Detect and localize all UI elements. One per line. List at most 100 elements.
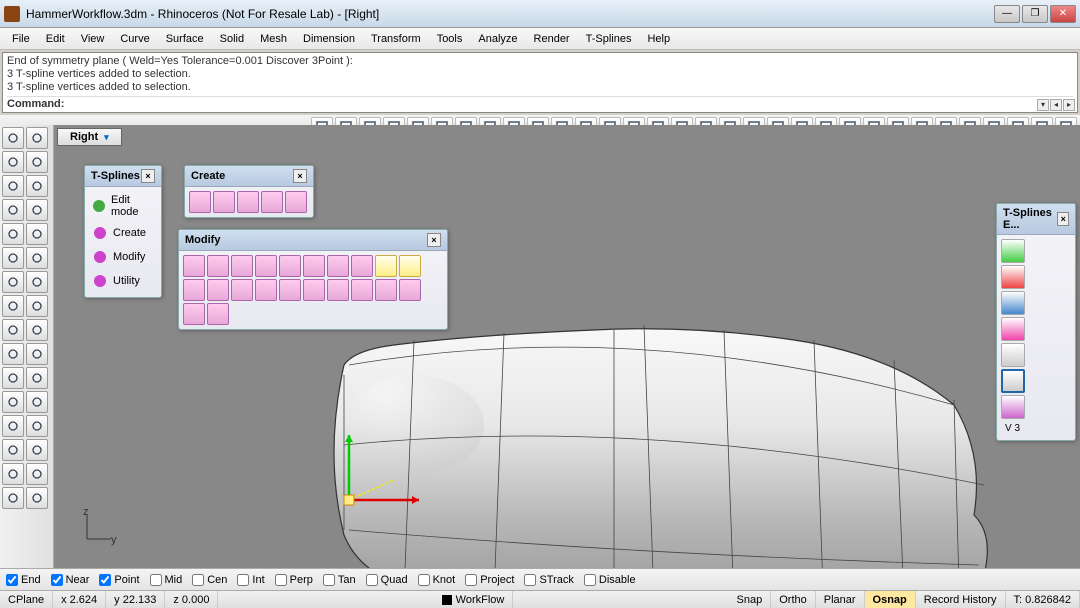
arrow-tool-icon[interactable] bbox=[2, 127, 24, 149]
chamfer-tool-icon[interactable] bbox=[26, 343, 48, 365]
tsplines-utility[interactable]: Utility bbox=[89, 269, 157, 293]
osnap-perp-checkbox[interactable] bbox=[275, 574, 287, 586]
panel-close-button[interactable]: × bbox=[141, 169, 155, 183]
menu-curve[interactable]: Curve bbox=[112, 31, 157, 47]
settings-icon[interactable] bbox=[1001, 395, 1025, 419]
modify-tool-16-icon[interactable] bbox=[327, 279, 349, 301]
history-next-button[interactable]: ▸ bbox=[1063, 99, 1075, 111]
trim-tool-icon[interactable] bbox=[2, 367, 24, 389]
create-tool-3-icon[interactable] bbox=[261, 191, 283, 213]
arc-tool-icon[interactable] bbox=[26, 175, 48, 197]
status-snap-button[interactable]: Snap bbox=[729, 591, 772, 608]
modify-tool-4-icon[interactable] bbox=[279, 255, 301, 277]
modify-tool-8-icon[interactable] bbox=[375, 255, 397, 277]
menu-solid[interactable]: Solid bbox=[212, 31, 252, 47]
menu-dimension[interactable]: Dimension bbox=[295, 31, 363, 47]
modify-tool-10-icon[interactable] bbox=[183, 279, 205, 301]
modify-tool-12-icon[interactable] bbox=[231, 279, 253, 301]
boolean-tool-icon[interactable] bbox=[26, 319, 48, 341]
tsplines-create[interactable]: Create bbox=[89, 221, 157, 245]
tsplines-modify[interactable]: Modify bbox=[89, 245, 157, 269]
osnap-point[interactable]: Point bbox=[99, 574, 139, 586]
panel-close-button[interactable]: × bbox=[293, 169, 307, 183]
translate-icon[interactable] bbox=[1001, 291, 1025, 315]
array-tool-icon[interactable] bbox=[2, 463, 24, 485]
osnap-tan-checkbox[interactable] bbox=[323, 574, 335, 586]
osnap-int-checkbox[interactable] bbox=[237, 574, 249, 586]
polyline-tool-icon[interactable] bbox=[26, 199, 48, 221]
modify-tool-5-icon[interactable] bbox=[303, 255, 325, 277]
osnap-near[interactable]: Near bbox=[51, 574, 90, 586]
rotate-tool-icon[interactable] bbox=[26, 415, 48, 437]
panel-close-button[interactable]: × bbox=[1057, 212, 1069, 226]
control-points-tool-icon[interactable] bbox=[26, 223, 48, 245]
osnap-project-checkbox[interactable] bbox=[465, 574, 477, 586]
osnap-point-checkbox[interactable] bbox=[99, 574, 111, 586]
menu-file[interactable]: File bbox=[4, 31, 38, 47]
osnap-quad[interactable]: Quad bbox=[366, 574, 408, 586]
cylinder-tool-icon[interactable] bbox=[2, 271, 24, 293]
modify-tool-3-icon[interactable] bbox=[255, 255, 277, 277]
modify-tool-1-icon[interactable] bbox=[207, 255, 229, 277]
status-record-history-button[interactable]: Record History bbox=[916, 591, 1006, 608]
cone-tool-icon[interactable] bbox=[26, 271, 48, 293]
modify-tool-15-icon[interactable] bbox=[303, 279, 325, 301]
extrude-tool-icon[interactable] bbox=[2, 295, 24, 317]
scale-tool-icon[interactable] bbox=[2, 439, 24, 461]
join-tool-icon[interactable] bbox=[2, 391, 24, 413]
history-prev-button[interactable]: ◂ bbox=[1050, 99, 1062, 111]
modify-tool-2-icon[interactable] bbox=[231, 255, 253, 277]
status-planar-button[interactable]: Planar bbox=[816, 591, 865, 608]
modify-tool-6-icon[interactable] bbox=[327, 255, 349, 277]
transform-gizmo[interactable] bbox=[334, 425, 434, 528]
modify-tool-7-icon[interactable] bbox=[351, 255, 373, 277]
curve-tool-icon[interactable] bbox=[2, 151, 24, 173]
modify-tool-17-icon[interactable] bbox=[351, 279, 373, 301]
menu-help[interactable]: Help bbox=[639, 31, 678, 47]
create-tool-4-icon[interactable] bbox=[285, 191, 307, 213]
axis-icon[interactable] bbox=[1001, 265, 1025, 289]
close-button[interactable]: ✕ bbox=[1050, 5, 1076, 23]
osnap-tan[interactable]: Tan bbox=[323, 574, 356, 586]
tsplines-edit-mode[interactable]: Edit mode bbox=[89, 191, 157, 221]
tsplines-panel[interactable]: T-Splines× Edit modeCreateModifyUtility bbox=[84, 165, 162, 298]
create-tool-1-icon[interactable] bbox=[213, 191, 235, 213]
create-tool-2-icon[interactable] bbox=[237, 191, 259, 213]
maximize-button[interactable]: ❐ bbox=[1022, 5, 1048, 23]
face-mode-icon[interactable] bbox=[1001, 369, 1025, 393]
osnap-cen-checkbox[interactable] bbox=[192, 574, 204, 586]
revolve-tool-icon[interactable] bbox=[2, 319, 24, 341]
box-tool-icon[interactable] bbox=[2, 247, 24, 269]
fillet-tool-icon[interactable] bbox=[2, 343, 24, 365]
create-panel[interactable]: Create× bbox=[184, 165, 314, 218]
dim-tool-icon[interactable] bbox=[2, 487, 24, 509]
text-tool-icon[interactable] bbox=[26, 463, 48, 485]
osnap-end[interactable]: End bbox=[6, 574, 41, 586]
viewport[interactable]: Right ▾ bbox=[54, 125, 1080, 568]
circle-tool-icon[interactable] bbox=[26, 151, 48, 173]
tsplines-edit-panel[interactable]: T-Splines E...× V 3 bbox=[996, 203, 1076, 441]
rect-tool-icon[interactable] bbox=[2, 175, 24, 197]
history-toggle-button[interactable]: ▾ bbox=[1037, 99, 1049, 111]
modify-tool-20-icon[interactable] bbox=[183, 303, 205, 325]
menu-transform[interactable]: Transform bbox=[363, 31, 429, 47]
sphere-tool-icon[interactable] bbox=[26, 247, 48, 269]
loft-tool-icon[interactable] bbox=[26, 295, 48, 317]
menu-tools[interactable]: Tools bbox=[429, 31, 471, 47]
mirror-tool-icon[interactable] bbox=[26, 439, 48, 461]
power-icon[interactable] bbox=[1001, 239, 1025, 263]
osnap-project[interactable]: Project bbox=[465, 574, 514, 586]
split-tool-icon[interactable] bbox=[26, 367, 48, 389]
modify-panel[interactable]: Modify× bbox=[178, 229, 448, 330]
osnap-cen[interactable]: Cen bbox=[192, 574, 227, 586]
menu-render[interactable]: Render bbox=[526, 31, 578, 47]
osnap-near-checkbox[interactable] bbox=[51, 574, 63, 586]
menu-view[interactable]: View bbox=[73, 31, 113, 47]
osnap-end-checkbox[interactable] bbox=[6, 574, 18, 586]
osnap-strack-checkbox[interactable] bbox=[524, 574, 536, 586]
ellipse-tool-icon[interactable] bbox=[2, 199, 24, 221]
osnap-strack[interactable]: STrack bbox=[524, 574, 573, 586]
menu-mesh[interactable]: Mesh bbox=[252, 31, 295, 47]
status-ortho-button[interactable]: Ortho bbox=[771, 591, 816, 608]
status-layer[interactable]: WorkFlow bbox=[434, 591, 514, 608]
